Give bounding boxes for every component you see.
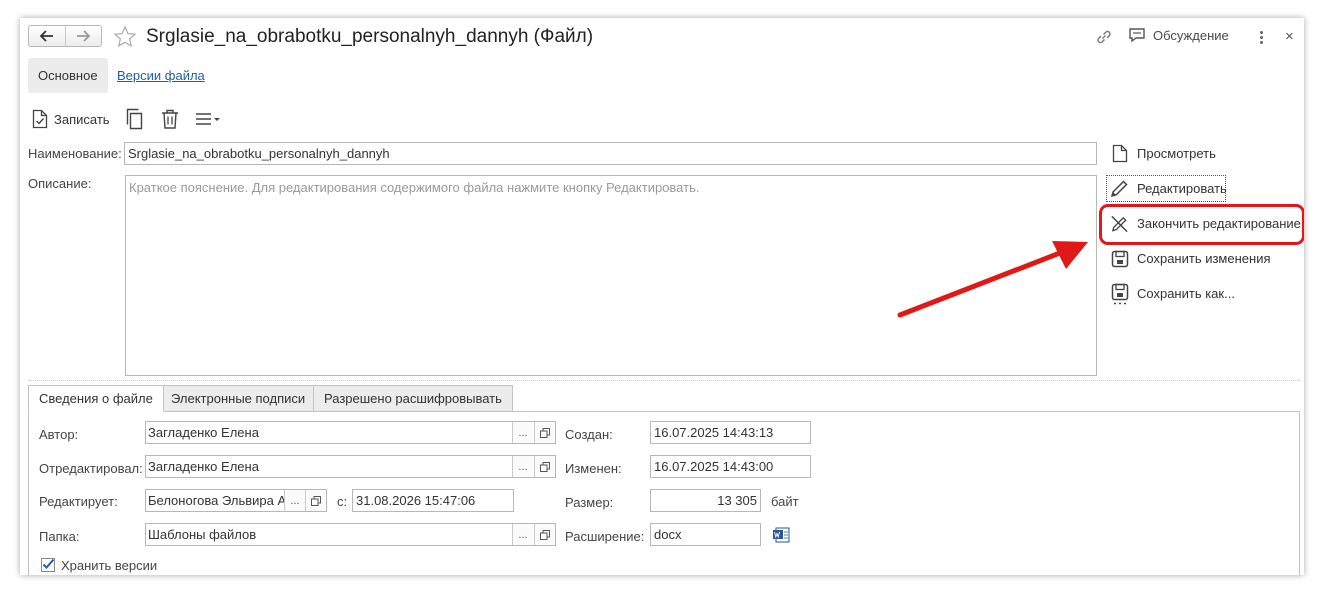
view-label: Просмотреть [1137,146,1216,161]
author-open-button[interactable] [534,422,555,443]
folder-label: Папка: [39,529,80,544]
edited-by-select-button[interactable]: ... [512,456,533,477]
keep-versions-label: Хранить версии [61,558,158,573]
forward-button[interactable] [64,26,102,46]
finish-edit-label: Закончить редактирование [1137,216,1301,231]
menu-icon [195,113,220,125]
editing-field[interactable]: Белоногова Эльвира А ... [145,489,327,512]
edited-by-label: Отредактировал: [39,461,143,476]
since-label: с: [337,494,348,509]
separator [28,380,1300,381]
save-doc-icon [32,109,48,129]
editing-select-button[interactable]: ... [284,490,305,511]
tab-main[interactable]: Основное [28,58,108,93]
tab-file-info[interactable]: Сведения о файле [28,385,164,412]
changed-label: Изменен: [565,461,622,476]
name-field[interactable]: Srglasie_na_obrabotku_personalnyh_dannyh [124,142,1097,165]
file-card-window: Srglasie_na_obrabotku_personalnyh_dannyh… [20,18,1304,575]
author-label: Автор: [39,427,79,442]
more-icon[interactable] [1256,27,1266,47]
open-icon [540,461,550,472]
pencil-icon [1110,180,1128,198]
edited-by-field[interactable]: Загладенко Елена ... [145,455,556,478]
back-button[interactable] [29,26,65,46]
copy-icon [126,108,142,130]
keep-versions-checkbox[interactable] [41,558,55,572]
delete-button[interactable] [161,109,179,129]
tab-allowed-decrypt[interactable]: Разрешено расшифровывать [313,385,513,412]
nav-buttons [28,25,102,47]
since-field[interactable]: 31.08.2026 15:47:06 [352,489,514,512]
created-label: Создан: [565,427,613,442]
size-field[interactable]: 13 305 [650,489,761,512]
page-title: Srglasie_na_obrabotku_personalnyh_dannyh… [146,26,594,47]
tab-file-versions[interactable]: Версии файла [117,68,205,83]
name-label: Наименование: [28,146,122,161]
tab-e-signatures[interactable]: Электронные подписи [160,385,317,412]
star-icon[interactable] [113,25,137,49]
edited-by-open-button[interactable] [534,456,555,477]
open-icon [540,529,550,540]
view-button[interactable]: Просмотреть [1110,144,1216,163]
discussion-label: Обсуждение [1153,27,1229,43]
arrow-annotation [897,241,1088,318]
copy-button[interactable] [125,108,145,130]
edit-label: Редактировать [1137,181,1227,196]
discussion-icon [1129,28,1145,43]
save-as-label: Сохранить как... [1137,286,1235,301]
editing-label: Редактирует: [39,494,118,509]
editing-value: Белоногова Эльвира А [148,493,284,508]
close-icon[interactable]: × [1285,28,1294,46]
edit-button[interactable]: Редактировать [1110,179,1227,198]
back-arrow-icon [39,30,53,42]
save-as-button[interactable]: Сохранить как... [1110,283,1235,304]
link-icon[interactable] [1095,28,1113,46]
floppy-saveas-icon [1111,283,1128,304]
discussion-button[interactable]: Обсуждение [1128,27,1229,43]
editing-open-button[interactable] [305,490,326,511]
finish-edit-button[interactable]: Закончить редактирование [1110,214,1301,233]
folder-value: Шаблоны файлов [148,527,257,542]
save-changes-label: Сохранить изменения [1137,251,1271,266]
changed-field[interactable]: 16.07.2025 14:43:00 [650,455,811,478]
description-label: Описание: [28,176,92,191]
forward-arrow-icon [77,30,91,42]
created-field[interactable]: 16.07.2025 14:43:13 [650,421,811,444]
folder-field[interactable]: Шаблоны файлов ... [145,523,556,546]
floppy-icon [1111,250,1128,267]
open-icon [540,427,550,438]
open-icon [311,495,321,506]
folder-select-button[interactable]: ... [512,524,533,545]
size-unit: байт [771,494,799,509]
edited-by-value: Загладенко Елена [148,459,259,474]
author-field[interactable]: Загладенко Елена ... [145,421,556,444]
folder-open-button[interactable] [534,524,555,545]
checkmark-icon [42,558,55,569]
extension-label: Расширение: [565,529,645,544]
file-icon [1112,144,1127,163]
word-file-icon [773,527,790,543]
finish-edit-icon [1111,215,1128,232]
toolbar: Записать [32,108,221,130]
extension-field[interactable]: docx [650,523,761,546]
write-button[interactable]: Записать [32,109,110,129]
save-changes-button[interactable]: Сохранить изменения [1110,249,1271,268]
author-select-button[interactable]: ... [512,422,533,443]
trash-icon [161,109,178,129]
more-actions-button[interactable] [195,112,221,126]
write-label: Записать [54,111,110,127]
size-label: Размер: [565,495,614,510]
author-value: Загладенко Елена [148,425,259,440]
